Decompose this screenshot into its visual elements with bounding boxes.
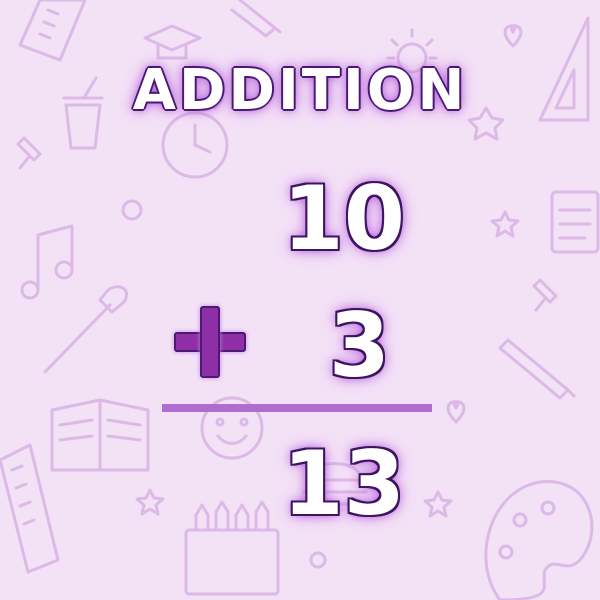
plus-sign-icon [174, 306, 246, 378]
music-note-icon [20, 224, 74, 300]
first-addend: 10 [282, 167, 405, 270]
sum-line [162, 404, 432, 412]
pushpin-icon [16, 136, 42, 170]
worksheet-canvas: ADDITION 10 3 13 [0, 0, 600, 600]
second-addend: 3 [328, 294, 390, 397]
circle-doodle [309, 551, 327, 569]
palette-icon [484, 480, 594, 600]
star-icon [135, 488, 165, 516]
open-book-icon [50, 398, 150, 472]
calendar-icon [550, 190, 600, 254]
pencil-icon [498, 338, 576, 400]
pushpin-icon [532, 278, 558, 312]
paintbrush-icon [43, 285, 129, 374]
sum-result: 13 [282, 432, 405, 535]
star-icon [423, 490, 453, 518]
pencil-icon [230, 0, 282, 38]
circle-doodle [121, 199, 143, 221]
heart-icon [503, 24, 523, 48]
graduation-cap-icon [143, 24, 202, 60]
page-title: ADDITION [132, 58, 468, 123]
ruler-icon [0, 443, 60, 574]
heart-icon [446, 400, 466, 424]
plus-center [202, 334, 218, 348]
star-icon [490, 210, 520, 238]
ruler-icon [18, 0, 87, 62]
